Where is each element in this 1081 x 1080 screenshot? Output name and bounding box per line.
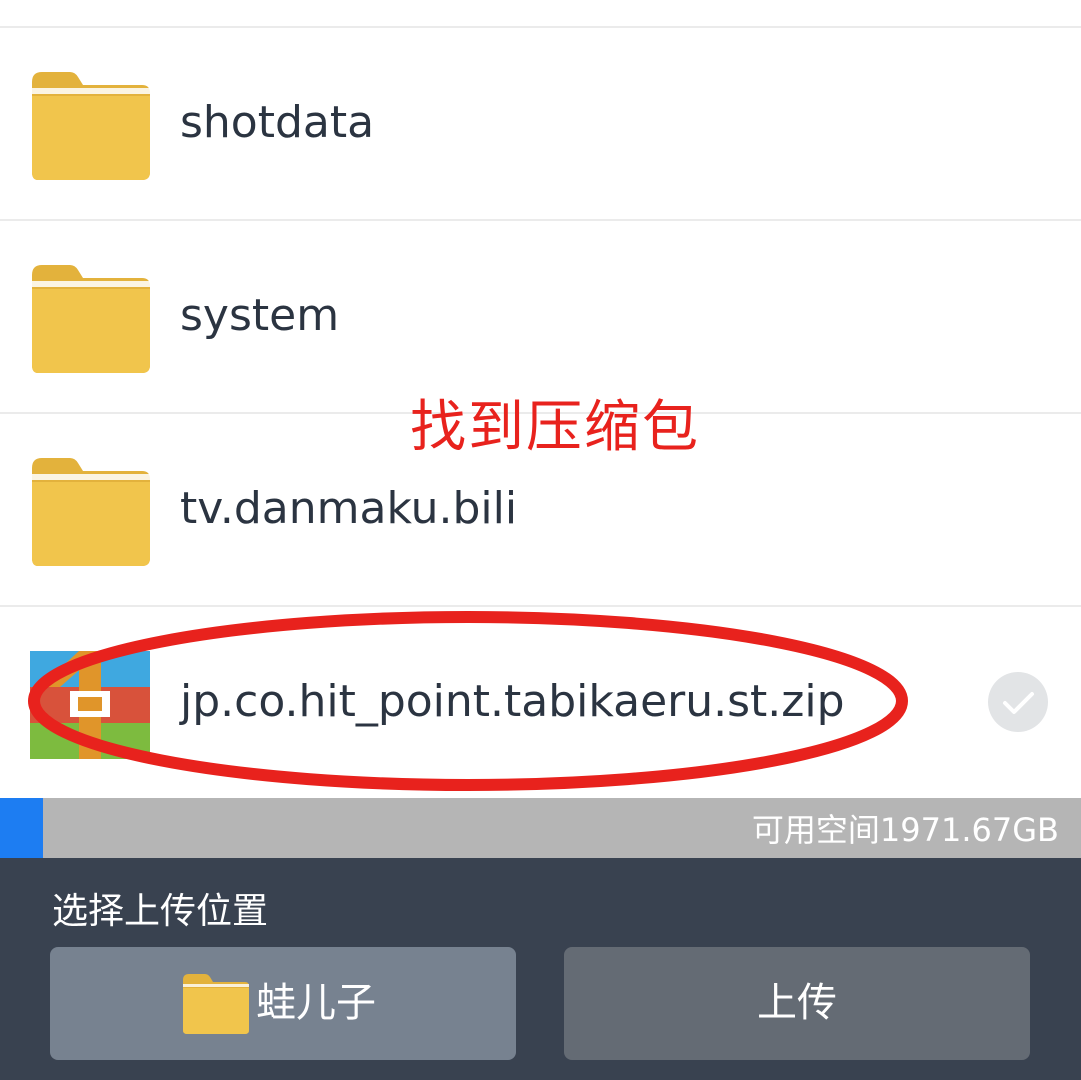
upload-button[interactable]: 上传 xyxy=(564,947,1030,1060)
file-row-zip[interactable]: jp.co.hit_point.tabikaeru.st.zip xyxy=(0,607,1081,797)
annotation-text: 找到压缩包 xyxy=(410,395,700,460)
storage-used-fill xyxy=(0,798,44,858)
file-name: jp.co.hit_point.tabikaeru.st.zip xyxy=(180,676,845,727)
panel-title: 选择上传位置 xyxy=(52,891,269,932)
file-row-shotdata[interactable]: shotdata xyxy=(0,28,1081,218)
upload-panel: 选择上传位置 蛙儿子 上传 xyxy=(0,858,1081,1080)
check-circle-icon xyxy=(1003,692,1034,714)
zip-archive-icon xyxy=(30,651,150,759)
folder-icon xyxy=(32,72,150,180)
storage-bar: 可用空间1971.67GB xyxy=(0,798,1081,858)
file-name: system xyxy=(180,290,340,341)
target-folder-button[interactable]: 蛙儿子 xyxy=(50,947,516,1060)
storage-available-text: 可用空间1971.67GB xyxy=(751,811,1059,849)
folder-icon xyxy=(183,974,249,1034)
file-name: shotdata xyxy=(180,97,375,148)
folder-icon xyxy=(32,458,150,566)
select-checkbox[interactable] xyxy=(988,672,1048,732)
folder-icon xyxy=(32,265,150,373)
target-folder-label: 蛙儿子 xyxy=(256,980,376,1026)
